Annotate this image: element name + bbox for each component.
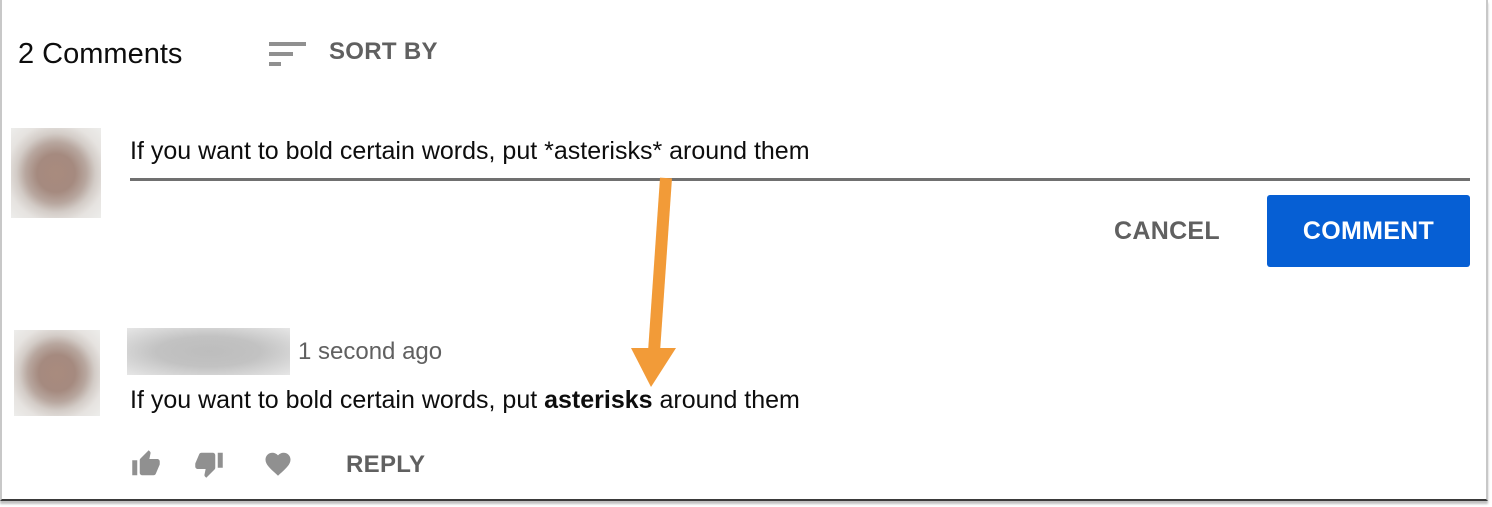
comment-text-after: around them bbox=[652, 386, 800, 414]
dislike-button[interactable] bbox=[192, 449, 226, 479]
current-user-avatar bbox=[11, 128, 101, 218]
sort-by-button[interactable]: SORT BY bbox=[269, 38, 438, 66]
heart-button[interactable] bbox=[261, 449, 295, 479]
comment-input-underline bbox=[130, 178, 1470, 181]
heart-icon bbox=[265, 452, 291, 476]
comment-text-bold: asterisks bbox=[544, 386, 653, 414]
sort-by-label: SORT BY bbox=[329, 38, 438, 65]
comment-submit-button[interactable]: COMMENT bbox=[1267, 195, 1470, 267]
comment-text-before: If you want to bold certain words, put bbox=[130, 386, 545, 414]
comment-count: 2 Comments bbox=[18, 38, 183, 70]
comments-section: 2 Comments SORT BY If you want to bold c… bbox=[0, 0, 1488, 501]
reply-button[interactable]: REPLY bbox=[346, 451, 425, 479]
commenter-avatar[interactable] bbox=[14, 330, 100, 416]
commenter-username-blurred[interactable] bbox=[127, 328, 290, 375]
cancel-button[interactable]: CANCEL bbox=[1092, 195, 1242, 267]
comment-input[interactable]: If you want to bold certain words, put *… bbox=[130, 137, 810, 166]
thumbs-up-icon bbox=[132, 450, 160, 476]
comment-text: If you want to bold certain words, put a… bbox=[130, 386, 800, 415]
thumbs-down-icon bbox=[195, 452, 223, 478]
like-button[interactable] bbox=[129, 449, 163, 479]
comment-timestamp[interactable]: 1 second ago bbox=[298, 338, 442, 366]
sort-icon bbox=[269, 38, 307, 66]
